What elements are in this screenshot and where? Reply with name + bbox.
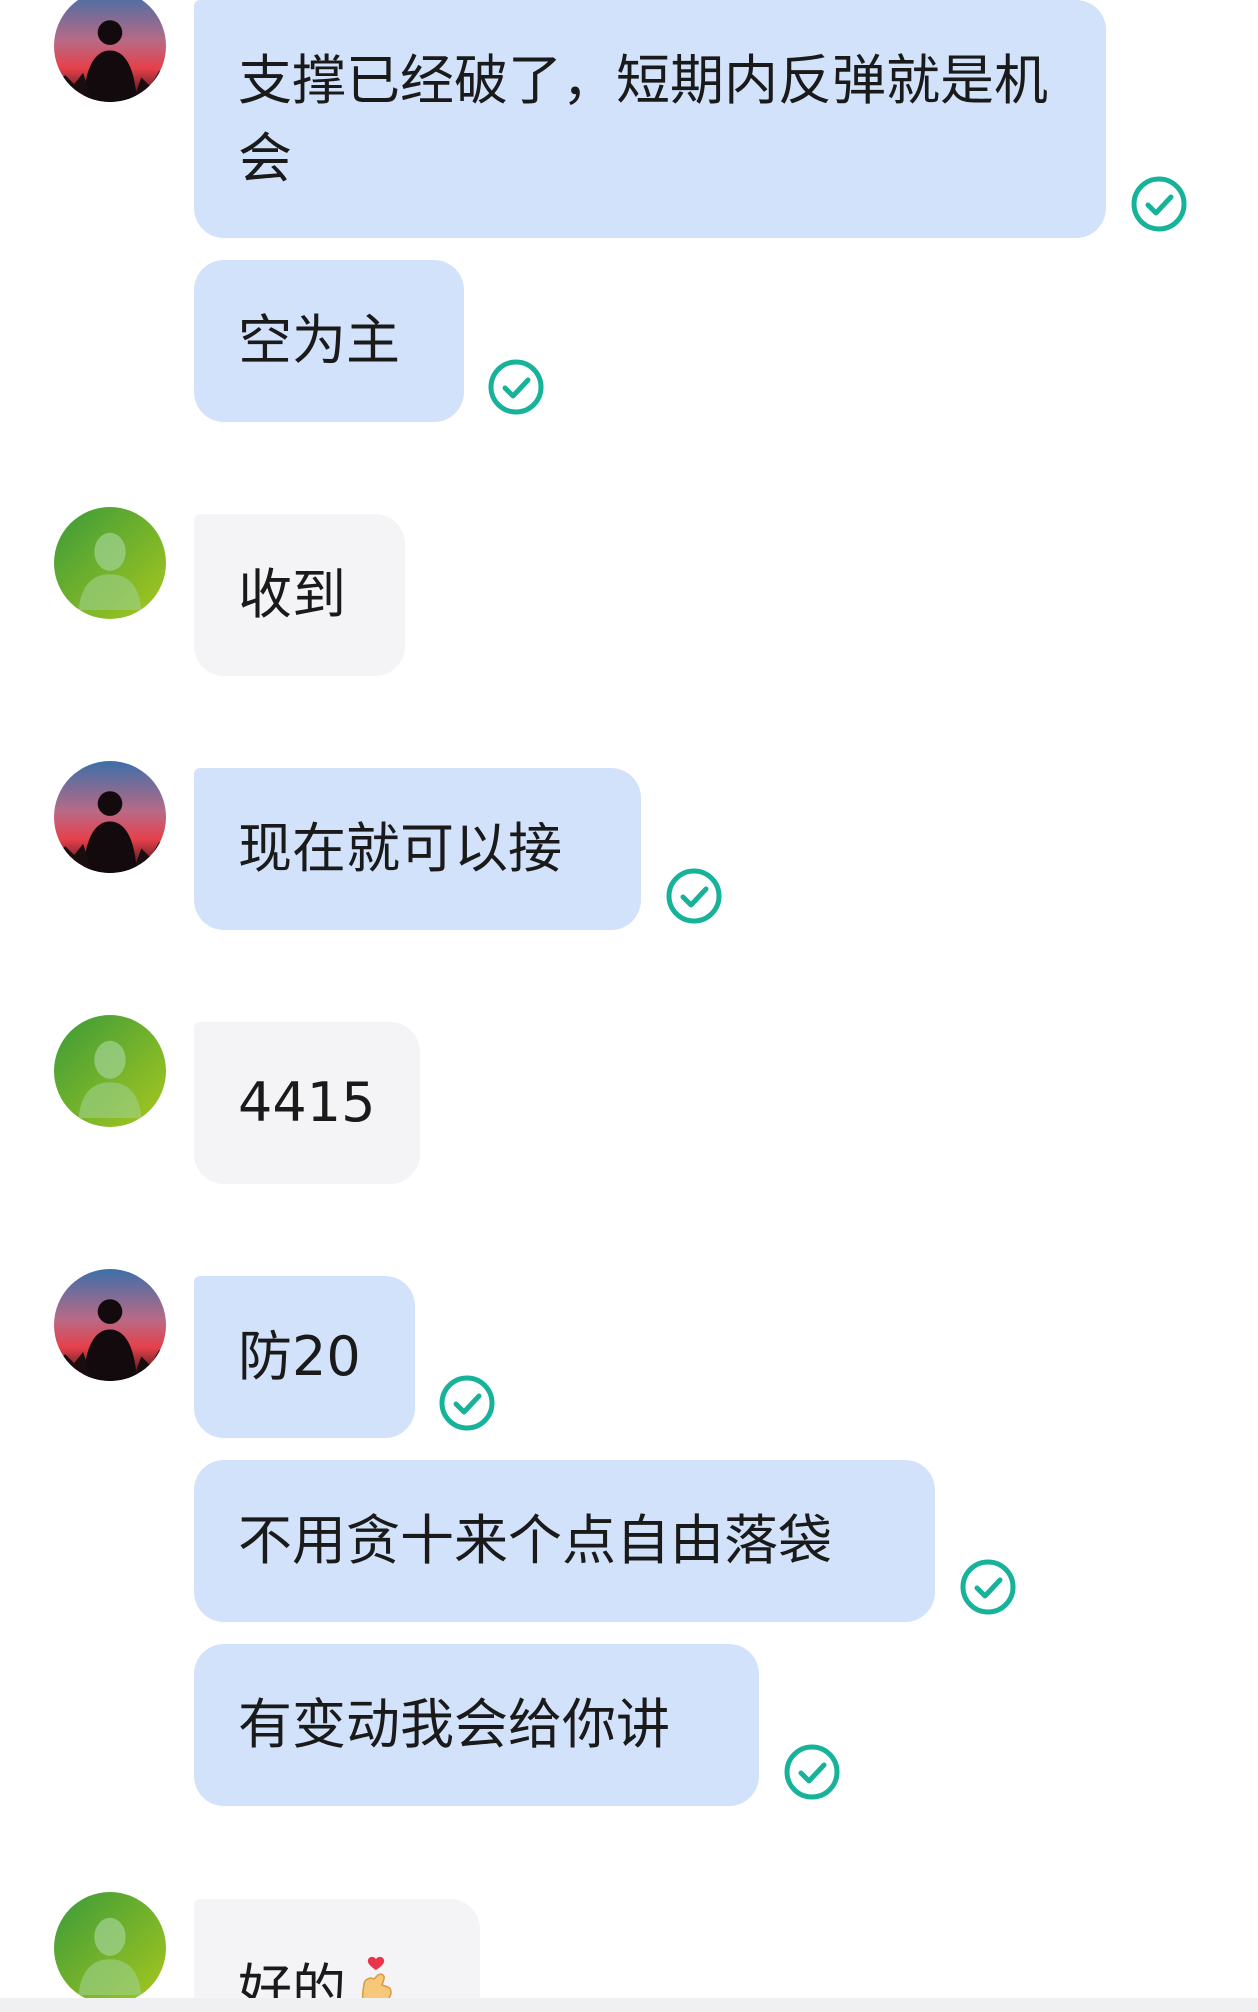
read-receipt-check-icon <box>958 1557 1018 1617</box>
message-bubble-sent[interactable]: 防20 <box>194 1276 415 1438</box>
receiver-avatar[interactable] <box>54 1892 166 2004</box>
message-text: 收到 <box>238 563 346 626</box>
green-default-avatar-icon <box>54 1892 166 2004</box>
receiver-avatar[interactable] <box>54 507 166 619</box>
green-default-avatar-icon <box>54 507 166 619</box>
message-text: 4415 <box>238 1071 376 1134</box>
read-receipt-check-icon <box>437 1373 497 1433</box>
sender-avatar[interactable] <box>54 1269 166 1381</box>
read-receipt-check-icon <box>664 866 724 926</box>
check-circle-icon <box>439 1375 495 1431</box>
message-text: 不用贪十来个点自由落袋 <box>238 1509 832 1572</box>
check-circle-icon <box>784 1744 840 1800</box>
message-bubble-received[interactable]: 4415 <box>194 1022 420 1184</box>
check-circle-icon <box>1131 176 1187 232</box>
sender-avatar[interactable] <box>54 0 166 102</box>
check-circle-icon <box>666 868 722 924</box>
green-default-avatar-icon <box>54 1015 166 1127</box>
sender-avatar[interactable] <box>54 761 166 873</box>
silhouette-sunset-avatar-icon <box>54 1269 166 1381</box>
silhouette-sunset-avatar-icon <box>54 0 166 102</box>
message-bubble-received[interactable]: 收到 <box>194 514 405 676</box>
receiver-avatar[interactable] <box>54 1015 166 1127</box>
read-receipt-check-icon <box>782 1742 842 1802</box>
message-bubble-sent[interactable]: 空为主 <box>194 260 464 422</box>
check-circle-icon <box>488 359 544 415</box>
message-text: 现在就可以接 <box>238 817 562 880</box>
message-bubble-sent[interactable]: 支撑已经破了，短期内反弹就是机会 <box>194 0 1106 238</box>
message-text: 空为主 <box>238 309 400 372</box>
message-bubble-sent[interactable]: 现在就可以接 <box>194 768 641 930</box>
message-bubble-sent[interactable]: 有变动我会给你讲 <box>194 1644 759 1806</box>
read-receipt-check-icon <box>1129 174 1189 234</box>
message-text: 有变动我会给你讲 <box>238 1693 670 1756</box>
read-receipt-check-icon <box>486 357 546 417</box>
message-bubble-received[interactable]: 好的 <box>194 1899 480 2012</box>
message-text: 支撑已经破了，短期内反弹就是机会 <box>238 49 1048 190</box>
silhouette-sunset-avatar-icon <box>54 761 166 873</box>
message-text: 防20 <box>238 1325 361 1388</box>
bottom-edge-bar <box>0 1998 1258 2012</box>
chat-message-list[interactable]: 支撑已经破了，短期内反弹就是机会 空为主 收到 现在就可以接 4415 防20 … <box>0 0 1258 2012</box>
check-circle-icon <box>960 1559 1016 1615</box>
message-bubble-sent[interactable]: 不用贪十来个点自由落袋 <box>194 1460 935 1622</box>
